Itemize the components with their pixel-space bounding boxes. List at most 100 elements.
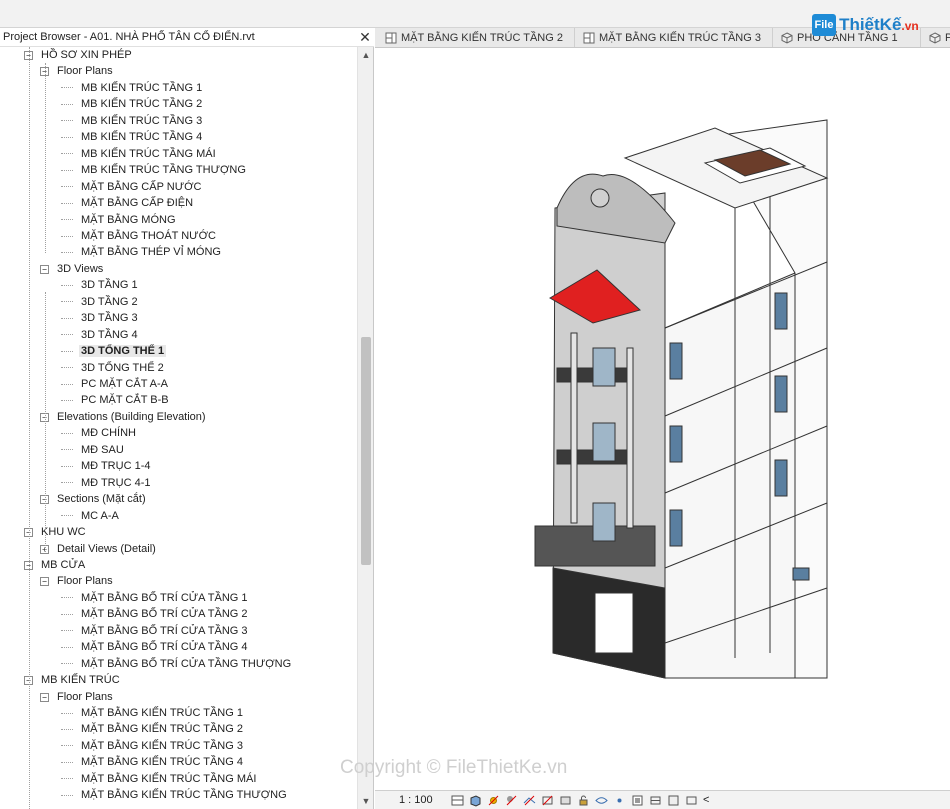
- tree-item[interactable]: − Floor Plans: [40, 573, 115, 589]
- tree-item-label: 3D Views: [57, 262, 104, 275]
- visual-style-icon[interactable]: [469, 794, 482, 807]
- tree-item[interactable]: MẶT BẰNG KIẾN TRÚC TẦNG THƯỢNG: [61, 787, 289, 803]
- tree-item[interactable]: MẶT BẰNG BỐ TRÍ CỬA TẦNG 1: [61, 590, 250, 606]
- collapse-bar-icon[interactable]: <: [703, 794, 716, 807]
- tree-item-label: 3D TỔNG THỂ 2: [81, 361, 164, 374]
- tree-connector: [61, 120, 73, 122]
- tree-item[interactable]: − MB CỬA: [24, 557, 87, 573]
- shadows-icon[interactable]: [505, 794, 518, 807]
- tree-item[interactable]: MẶT BẰNG KIẾN TRÚC TẦNG 2: [61, 721, 245, 737]
- tree-connector: [61, 284, 73, 286]
- tree-item-label: MẶT BẰNG THÉP VỈ MÓNG: [81, 246, 221, 259]
- tree-item[interactable]: MĐ CHÍNH: [61, 425, 138, 441]
- tree-item[interactable]: MẶT BẰNG KIẾN TRÚC TẦNG 4: [61, 754, 245, 770]
- tree-item[interactable]: MẶT BẰNG KIẾN TRÚC TẦNG 1: [61, 705, 245, 721]
- tree-scrollbar[interactable]: ▲ ▼: [357, 47, 373, 809]
- tree-item-label: MẶT BẰNG BỐ TRÍ CỬA TẦNG 2: [81, 608, 248, 621]
- tree-item[interactable]: MẶT BẰNG BỐ TRÍ CỬA TẦNG 4: [61, 639, 250, 655]
- 3d-viewport[interactable]: [375, 48, 950, 790]
- tree-item[interactable]: − Sections (Mặt cắt): [40, 491, 148, 507]
- tree-connector: [61, 745, 73, 747]
- sun-path-icon[interactable]: [487, 794, 500, 807]
- tree-item[interactable]: MC A-A: [61, 508, 121, 524]
- tree-item[interactable]: 3D TẦNG 2: [61, 294, 140, 310]
- highlight-displacement-icon[interactable]: [667, 794, 680, 807]
- project-browser-title: Project Browser - A01. NHÀ PHỐ TÂN CỔ ĐI…: [3, 31, 255, 43]
- temporary-hide-icon[interactable]: [595, 794, 608, 807]
- tree-item[interactable]: MẶT BẰNG BỐ TRÍ CỬA TẦNG 3: [61, 623, 250, 639]
- tree-item[interactable]: MẶT BẰNG CẤP ĐIỆN: [61, 195, 195, 211]
- tree-item-label: 3D TẦNG 2: [81, 295, 138, 308]
- project-browser-header: Project Browser - A01. NHÀ PHỐ TÂN CỔ ĐI…: [0, 28, 374, 47]
- reveal-constraints-icon[interactable]: [685, 794, 698, 807]
- unlock-view-icon[interactable]: [577, 794, 590, 807]
- tree-item[interactable]: − KHU WC: [24, 524, 88, 540]
- view-scale[interactable]: 1 : 100: [399, 794, 433, 806]
- tree-item[interactable]: MẶT BẰNG BỐ TRÍ CỬA TẦNG 2: [61, 606, 250, 622]
- tree-item-label: MẶT BẰNG MÓNG: [81, 213, 176, 226]
- tree-item[interactable]: 3D TẦNG 3: [61, 310, 140, 326]
- tree-item-label: Elevations (Building Elevation): [57, 410, 206, 423]
- render-icon[interactable]: [523, 794, 536, 807]
- collapse-icon[interactable]: −: [40, 577, 49, 587]
- tree-item[interactable]: MẶT BẰNG CẤP NƯỚC: [61, 179, 204, 195]
- tree-connector: [61, 400, 73, 402]
- tree-item[interactable]: MB KIẾN TRÚC TẦNG 3: [61, 113, 204, 129]
- tree-item[interactable]: MẶT BẰNG KIẾN TRÚC TẦNG 3: [61, 738, 245, 754]
- floor-plan-icon: [385, 32, 397, 44]
- reveal-hidden-icon[interactable]: [613, 794, 626, 807]
- tree-item[interactable]: PC MẶT CẮT A-A: [61, 376, 170, 392]
- tree-item-label: 3D TẦNG 3: [81, 312, 138, 325]
- tree-item[interactable]: − Floor Plans: [40, 63, 115, 79]
- tab-label: MẶT BẰNG KIẾN TRÚC TẦNG 2: [401, 32, 563, 44]
- analytical-model-icon[interactable]: [649, 794, 662, 807]
- tree-item-label: MB KIẾN TRÚC TẦNG MÁI: [81, 147, 216, 160]
- tree-item[interactable]: MĐ TRỤC 4-1: [61, 475, 152, 491]
- tree-item[interactable]: MB KIẾN TRÚC TẦNG 2: [61, 96, 204, 112]
- top-toolbar-strip: [0, 0, 950, 28]
- tree-item[interactable]: MB KIẾN TRÚC TẦNG THƯỢNG: [61, 162, 248, 178]
- tree-item[interactable]: MB KIẾN TRÚC TẦNG MÁI: [61, 146, 218, 162]
- tree-item[interactable]: MẶT BẰNG THÉP VỈ MÓNG: [61, 244, 223, 260]
- tree-item[interactable]: MB KIẾN TRÚC TẦNG 1: [61, 80, 204, 96]
- tree-item[interactable]: 3D TẦNG 1: [61, 277, 140, 293]
- tree-item[interactable]: 3D TỔNG THỂ 1: [61, 343, 167, 359]
- scroll-thumb[interactable]: [361, 337, 371, 565]
- worksharing-icon[interactable]: [631, 794, 644, 807]
- tree-item[interactable]: MĐ TRỤC 1-4: [61, 458, 152, 474]
- tree-item[interactable]: MĐ SAU: [61, 442, 126, 458]
- tree-item[interactable]: MẶT BẰNG MÓNG: [61, 212, 178, 228]
- detail-level-icon[interactable]: [451, 794, 464, 807]
- tree-item[interactable]: + Detail Views (Detail): [40, 541, 158, 557]
- scroll-down-icon[interactable]: ▼: [358, 793, 374, 809]
- tree-item[interactable]: PC MẶT CẮT B-B: [61, 392, 171, 408]
- tab-floor-plan-3[interactable]: MẶT BẰNG KIẾN TRÚC TẦNG 3: [577, 28, 773, 47]
- tab-floor-plan-2[interactable]: MẶT BẰNG KIẾN TRÚC TẦNG 2: [379, 28, 575, 47]
- tree-item-label: MĐ TRỤC 4-1: [81, 476, 151, 489]
- tree-connector: [61, 778, 73, 780]
- tree-item[interactable]: MẶT BẰNG KIẾN TRÚC TẦNG MÁI: [61, 771, 258, 787]
- crop-view-icon[interactable]: [541, 794, 554, 807]
- tree-item[interactable]: − Floor Plans: [40, 689, 115, 705]
- collapse-icon[interactable]: −: [40, 264, 49, 274]
- tree-item-label: MC A-A: [81, 509, 119, 522]
- collapse-icon[interactable]: −: [40, 692, 49, 702]
- tree-guide-line: [45, 63, 46, 253]
- tree-item-label: MẶT BẰNG CẤP ĐIỆN: [81, 197, 194, 210]
- tree-item[interactable]: − HỒ SƠ XIN PHÉP: [24, 47, 134, 63]
- tree-item[interactable]: 3D TẦNG 4: [61, 327, 140, 343]
- tree-item[interactable]: − Elevations (Building Elevation): [40, 409, 208, 425]
- scroll-up-icon[interactable]: ▲: [358, 47, 374, 63]
- tab-3d-view-2[interactable]: P: [923, 28, 950, 47]
- crop-region-icon[interactable]: [559, 794, 572, 807]
- close-icon[interactable]: ✕: [358, 29, 372, 45]
- tree-item-label: MẶT BẰNG KIẾN TRÚC TẦNG 3: [81, 739, 243, 752]
- tree-item[interactable]: −3D Views: [40, 261, 105, 277]
- tree-item[interactable]: MẶT BẰNG BỐ TRÍ CỬA TẦNG THƯỢNG: [61, 656, 293, 672]
- logo-badge: File: [812, 14, 836, 36]
- tree-item[interactable]: − MB KIẾN TRÚC: [24, 672, 122, 688]
- tree-item[interactable]: 3D TỔNG THỂ 2: [61, 360, 166, 376]
- tree-item[interactable]: MB KIẾN TRÚC TẦNG 4: [61, 129, 204, 145]
- tree-item-label: MB CỬA: [41, 558, 86, 571]
- tree-item[interactable]: MẶT BẰNG THOÁT NƯỚC: [61, 228, 218, 244]
